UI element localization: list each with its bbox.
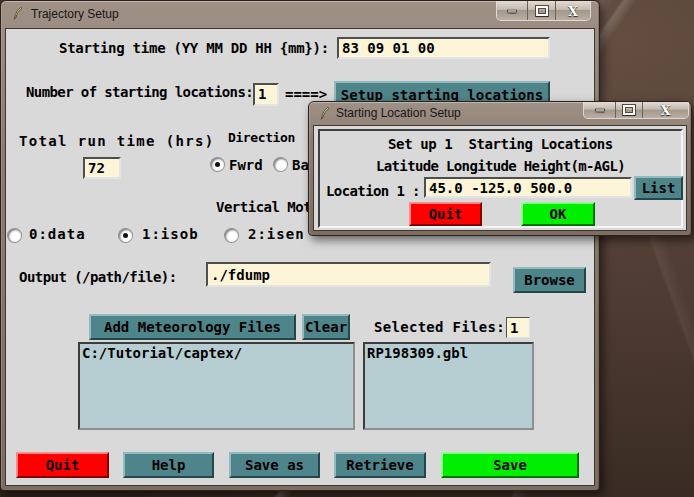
- trajectory-client-area: Starting time (YY MM DD HH {mm}): 83 09 …: [5, 28, 595, 486]
- radio-1-isob[interactable]: [119, 229, 132, 242]
- dialog-heading: Set up 1 Starting Locations: [314, 136, 687, 152]
- list-button[interactable]: List: [634, 176, 683, 200]
- list-item[interactable]: RP198309.gbl: [367, 345, 532, 361]
- minimize-icon: [507, 9, 517, 12]
- close-icon: X: [568, 4, 578, 17]
- maximize-icon: [536, 6, 548, 16]
- output-input[interactable]: ./fdump: [206, 262, 491, 287]
- close-button[interactable]: X: [555, 1, 590, 20]
- window-title: Trajectory Setup: [31, 7, 119, 21]
- dialog-quit-button[interactable]: Quit: [409, 202, 482, 226]
- output-label: Output (/path/file):: [19, 269, 177, 285]
- trajectory-setup-window: Trajectory Setup X Starting time (YY MM …: [0, 0, 600, 491]
- radio-1-isob-label: 1:isob: [142, 226, 199, 242]
- radio-fwrd[interactable]: [211, 158, 224, 171]
- save-button[interactable]: Save: [441, 452, 579, 478]
- minimize-button[interactable]: [497, 1, 527, 20]
- selected-files-label: Selected Files:: [374, 319, 505, 335]
- minimize-icon: [595, 109, 605, 112]
- list-item[interactable]: C:/Tutorial/captex/: [82, 345, 353, 361]
- clear-button[interactable]: Clear: [302, 314, 350, 340]
- tk-feather-icon: [10, 6, 25, 22]
- radio-back[interactable]: [274, 158, 287, 171]
- radio-fwrd-label: Fwrd: [229, 157, 263, 173]
- radio-0-data-label: 0:data: [29, 226, 86, 242]
- arrow-text: ====>: [285, 86, 327, 102]
- dialog-title: Starting Location Setup: [336, 106, 461, 120]
- location-1-input[interactable]: 45.0 -125.0 500.0: [424, 177, 632, 198]
- save-as-button[interactable]: Save as: [229, 452, 320, 478]
- starting-location-setup-window: Starting Location Setup X Set up 1 Start…: [308, 101, 692, 236]
- run-time-input[interactable]: 72: [83, 157, 121, 179]
- dialog-subheading: Latitude Longitude Height(m-AGL): [314, 158, 687, 174]
- starting-time-label: Starting time (YY MM DD HH {mm}):: [59, 40, 329, 56]
- starting-time-input[interactable]: 83 09 01 00: [337, 37, 550, 59]
- maximize-icon: [623, 105, 635, 115]
- tk-feather-icon: [317, 106, 332, 122]
- dialog-maximize-button[interactable]: [615, 102, 642, 118]
- trajectory-titlebar[interactable]: Trajectory Setup X: [1, 1, 599, 27]
- selected-files-input[interactable]: 1: [506, 317, 530, 338]
- num-locations-input[interactable]: 1: [253, 83, 279, 106]
- direction-label: Direction: [228, 130, 295, 145]
- meteorology-file-listbox[interactable]: RP198309.gbl: [363, 342, 534, 430]
- dialog-client-area: Set up 1 Starting Locations Latitude Lon…: [313, 125, 687, 231]
- dialog-ok-button[interactable]: OK: [521, 202, 595, 226]
- dialog-titlebar[interactable]: Starting Location Setup X: [309, 102, 691, 125]
- retrieve-button[interactable]: Retrieve: [334, 452, 426, 478]
- radio-2-isen[interactable]: [225, 229, 238, 242]
- dialog-minimize-button[interactable]: [584, 102, 615, 118]
- radio-2-isen-label: 2:isen: [248, 226, 305, 242]
- add-meteorology-files-button[interactable]: Add Meteorology Files: [89, 314, 296, 340]
- help-button[interactable]: Help: [123, 452, 214, 478]
- meteorology-directory-listbox[interactable]: C:/Tutorial/captex/: [78, 342, 355, 430]
- close-icon: X: [660, 104, 670, 117]
- location-1-label: Location 1 :: [326, 183, 420, 199]
- dialog-close-button[interactable]: X: [642, 102, 688, 118]
- quit-button[interactable]: Quit: [16, 452, 109, 478]
- browse-button[interactable]: Browse: [513, 267, 586, 293]
- run-time-label: Total run time (hrs): [19, 133, 215, 149]
- num-locations-label: Number of starting locations:: [26, 84, 253, 100]
- radio-0-data[interactable]: [8, 229, 21, 242]
- maximize-button[interactable]: [527, 1, 555, 20]
